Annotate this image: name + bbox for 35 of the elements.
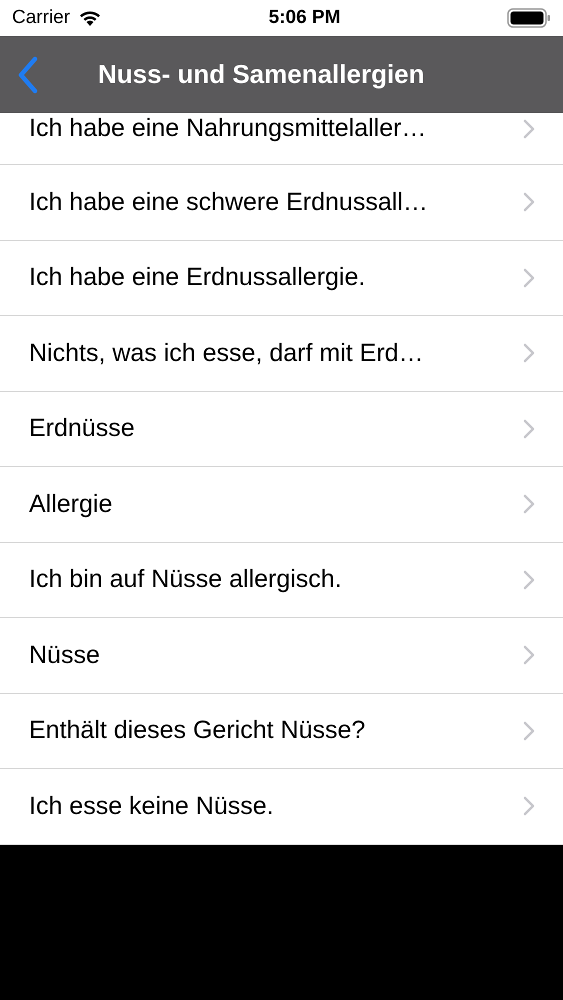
chevron-right-icon — [523, 343, 535, 364]
chevron-right-icon — [523, 192, 535, 212]
list-row[interactable]: Enthält dieses Gericht Nüsse? — [0, 694, 563, 769]
chevron-right-icon — [523, 418, 535, 439]
wifi-icon — [78, 9, 102, 27]
carrier-label: Carrier — [12, 6, 70, 30]
chevron-right-icon — [523, 720, 535, 741]
row-label: Erdnüsse — [29, 413, 136, 444]
list-row[interactable]: Allergie — [0, 467, 563, 542]
row-label: Allergie — [29, 488, 114, 520]
screen-title: Nuss- und Samenallergien — [98, 58, 425, 91]
back-chevron-icon — [17, 56, 39, 94]
row-label: Enthält dieses Gericht Nüsse? — [29, 715, 366, 746]
row-label: Ich habe eine schwere Erdnussall… — [29, 186, 429, 218]
list-row[interactable]: Erdnüsse — [0, 392, 563, 467]
list-row[interactable]: Ich habe eine Erdnussallergie. — [0, 240, 563, 316]
chevron-right-icon — [523, 268, 535, 288]
row-label: Nüsse — [29, 640, 101, 670]
clock-time: 5:06 PM — [268, 6, 340, 30]
list-row[interactable]: Nüsse — [0, 618, 563, 694]
chevron-right-icon — [523, 796, 535, 816]
row-label: Ich bin auf Nüsse allergisch. — [29, 564, 343, 595]
chevron-right-icon — [523, 570, 535, 590]
list-row[interactable]: Nichts, was ich esse, darf mit Erd… — [0, 316, 563, 392]
row-label: Ich habe eine Erdnussallergie. — [29, 262, 366, 293]
chevron-right-icon — [523, 494, 535, 514]
list-row[interactable]: Ich habe eine Nahrungsmittelaller… — [0, 113, 563, 165]
chevron-right-icon — [523, 645, 535, 666]
list-row[interactable]: Ich habe eine schwere Erdnussall… — [0, 165, 563, 240]
row-label: Nichts, was ich esse, darf mit Erd… — [29, 338, 425, 368]
row-label: Ich habe eine Nahrungsmittelaller… — [29, 113, 428, 144]
list-row[interactable]: Ich bin auf Nüsse allergisch. — [0, 542, 563, 618]
battery-icon — [507, 8, 551, 28]
chevron-right-icon — [523, 118, 535, 138]
row-label: Ich esse keine Nüsse. — [29, 790, 275, 822]
